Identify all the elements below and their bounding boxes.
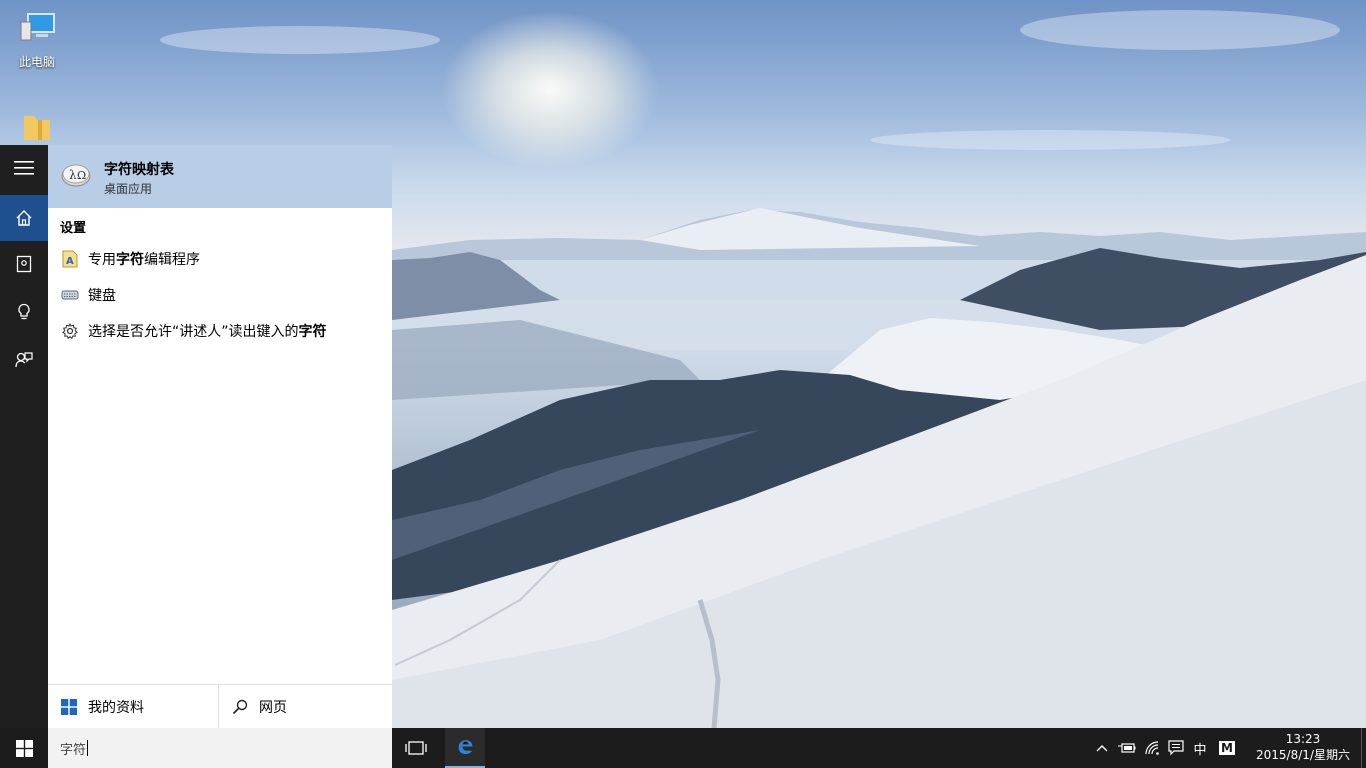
search-icon: [231, 698, 249, 716]
show-desktop-button[interactable]: [1361, 728, 1366, 768]
svg-text:Ω: Ω: [77, 169, 86, 182]
web-label: 网页: [259, 700, 287, 716]
edge-browser-icon: [458, 740, 473, 754]
chevron-up-icon: [1096, 745, 1108, 752]
clock-time: 13:23: [1285, 732, 1321, 746]
ime-language-label: 中: [1193, 742, 1207, 758]
ime-language-button[interactable]: 中: [1189, 728, 1211, 768]
windows-logo-icon: [60, 698, 78, 716]
result-text-match: 字符: [116, 252, 144, 268]
hamburger-menu-icon: [14, 161, 34, 175]
taskbar: 字符 中 M 13:23 2015/8/1/星期六: [0, 728, 1366, 768]
desktop-icon-label: 此电脑: [18, 55, 55, 69]
best-match-title: 字符映射表: [104, 162, 174, 178]
search-scope-tabs: 我的资料 网页: [48, 684, 392, 729]
my-stuff-label: 我的资料: [88, 700, 144, 716]
edge-taskbar-button[interactable]: [445, 728, 485, 768]
settings-result-narrator[interactable]: 选择是否允许“讲述人”读出键入的字符: [48, 314, 392, 348]
result-text-suffix: 编辑程序: [144, 252, 200, 268]
lightbulb-icon: [18, 303, 30, 320]
home-button[interactable]: [0, 195, 48, 241]
battery-plug-icon: [1118, 743, 1136, 753]
result-text-prefix: 专用: [88, 252, 116, 268]
home-icon: [16, 210, 32, 226]
my-stuff-tab[interactable]: 我的资料: [48, 685, 219, 729]
svg-text:λ: λ: [69, 168, 77, 182]
show-hidden-icons-button[interactable]: [1092, 728, 1112, 768]
start-left-rail: [0, 145, 48, 728]
network-tray-button[interactable]: [1142, 728, 1164, 768]
result-text-prefix: 选择是否允许“讲述人”读出键入的: [88, 324, 299, 340]
gear-icon: [60, 321, 80, 341]
start-button[interactable]: [0, 728, 48, 768]
folder-desktop-icon[interactable]: [2, 112, 72, 149]
task-view-icon: [405, 741, 427, 755]
text-caret: [87, 740, 89, 756]
web-tab[interactable]: 网页: [219, 685, 392, 729]
folder-icon: [2, 112, 72, 145]
feedback-icon: [15, 352, 33, 368]
best-match-subtitle: 桌面应用: [104, 182, 153, 196]
clock-date: 2015/8/1/星期六: [1256, 748, 1350, 762]
character-map-icon: λ Ω: [60, 159, 92, 191]
this-pc-desktop-icon[interactable]: 此电脑: [2, 8, 72, 70]
result-text-match: 字符: [298, 324, 327, 340]
best-match-result[interactable]: λ Ω 字符映射表 桌面应用: [48, 145, 392, 208]
result-text-prefix: 键盘: [88, 288, 116, 304]
notebook-button[interactable]: [0, 241, 48, 287]
feedback-button[interactable]: [0, 337, 48, 383]
svg-text:A: A: [66, 256, 74, 267]
windows-logo-icon: [15, 739, 33, 757]
ime-mode-button[interactable]: M: [1216, 728, 1238, 768]
wifi-icon: [1145, 741, 1159, 755]
taskbar-search-input[interactable]: 字符: [48, 728, 392, 768]
search-results-panel: λ Ω 字符映射表 桌面应用 设置 A 专用字符编辑程序 键盘 选择是否允许“讲…: [48, 145, 392, 729]
computer-icon: [2, 8, 72, 49]
notification-icon: [1168, 740, 1184, 756]
task-view-button[interactable]: [392, 728, 440, 768]
keyboard-icon: [60, 285, 80, 305]
notebook-icon: [16, 255, 32, 273]
search-input-value: 字符: [60, 742, 87, 758]
edit-char-icon: A: [60, 249, 80, 269]
hamburger-menu-button[interactable]: [0, 145, 48, 191]
settings-result-keyboard[interactable]: 键盘: [48, 278, 392, 312]
reminders-button[interactable]: [0, 289, 48, 335]
battery-tray-button[interactable]: [1116, 728, 1138, 768]
taskbar-clock[interactable]: 13:23 2015/8/1/星期六: [1248, 728, 1358, 768]
settings-section-header: 设置: [60, 221, 87, 236]
action-center-button[interactable]: [1165, 728, 1187, 768]
settings-result-private-char-editor[interactable]: A 专用字符编辑程序: [48, 242, 392, 276]
ime-mode-label: M: [1219, 741, 1235, 755]
